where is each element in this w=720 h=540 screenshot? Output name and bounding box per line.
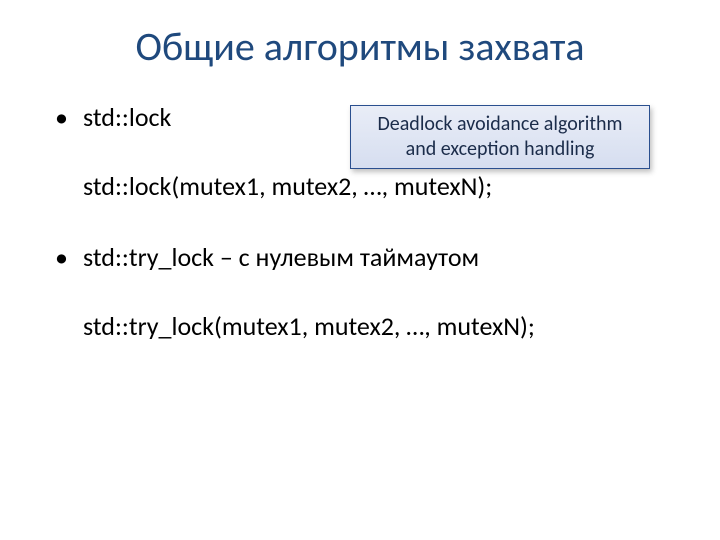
code-line: std::try_lock(mutex1, mutex2, …, mutexN)… bbox=[55, 309, 680, 344]
slide-body: std::lock std::lock(mutex1, mutex2, …, m… bbox=[55, 100, 680, 344]
bullet-item: std::try_lock – с нулевым таймаутом bbox=[55, 240, 680, 275]
bullet-text: std::try_lock – с нулевым таймаутом bbox=[83, 241, 479, 273]
slide-title: Общие алгоритмы захвата bbox=[0, 22, 720, 71]
code-line: std::lock(mutex1, mutex2, …, mutexN); bbox=[55, 169, 680, 204]
bullet-item: std::lock bbox=[55, 100, 680, 135]
bullet-text: std::lock bbox=[83, 101, 171, 133]
